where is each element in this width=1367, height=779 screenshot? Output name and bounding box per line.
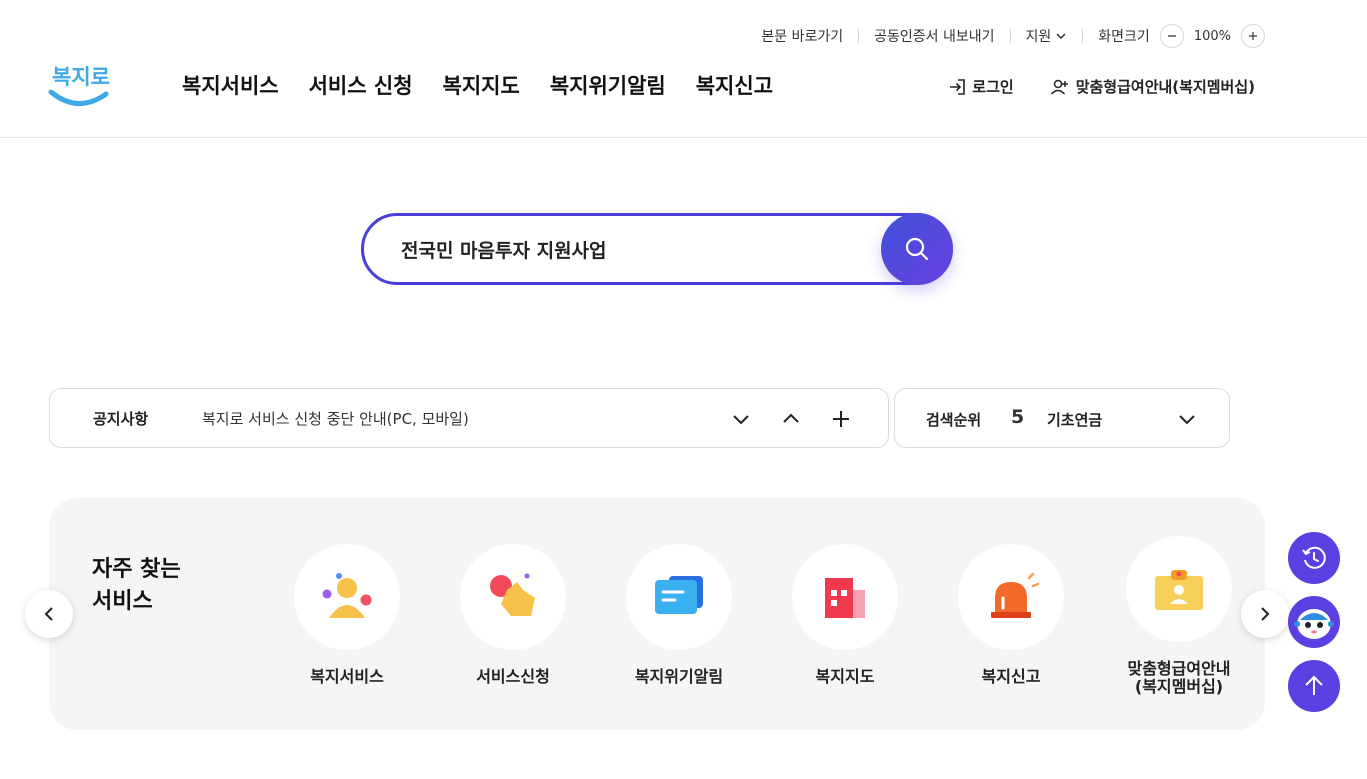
service-label-line: (복지멤버십) bbox=[1134, 677, 1224, 696]
chatbot-button[interactable] bbox=[1288, 596, 1340, 648]
notice-text[interactable]: 복지로 서비스 신청 중단 안내(PC, 모바일) bbox=[202, 408, 469, 429]
header-divider bbox=[0, 137, 1367, 138]
notice-prev-button[interactable] bbox=[775, 403, 807, 435]
chevron-down-icon bbox=[733, 415, 749, 425]
notice-more-button[interactable] bbox=[825, 403, 857, 435]
id-card-icon bbox=[1155, 570, 1203, 610]
login-label: 로그인 bbox=[972, 78, 1014, 96]
rank-number: 5 bbox=[1011, 406, 1025, 428]
plus-icon bbox=[1249, 32, 1257, 40]
chevron-left-icon bbox=[44, 607, 53, 621]
service-item-membership[interactable]: 맞춤형급여안내 (복지멤버십) bbox=[1109, 536, 1249, 696]
service-icon-circle bbox=[792, 544, 898, 650]
support-label: 지원 bbox=[1025, 29, 1052, 45]
search-box bbox=[361, 213, 953, 285]
chevron-right-icon bbox=[1261, 607, 1270, 621]
history-icon bbox=[1302, 546, 1326, 569]
login-link[interactable]: 로그인 bbox=[948, 76, 1014, 97]
service-item-welfare-service[interactable]: 복지서비스 bbox=[277, 544, 417, 686]
divider bbox=[1009, 29, 1011, 43]
notice-next-button[interactable] bbox=[725, 403, 757, 435]
hand-tap-icon bbox=[490, 573, 535, 616]
plus-icon bbox=[833, 411, 849, 427]
service-label-line: 맞춤형급여안내 bbox=[1127, 659, 1231, 678]
utility-bar: 본문 바로가기 공동인증서 내보내기 지원 화면크기 100% bbox=[761, 24, 1265, 48]
divider bbox=[858, 29, 860, 43]
map-building-icon bbox=[825, 578, 865, 618]
service-label: 복지지도 bbox=[815, 667, 875, 686]
title-line: 서비스 bbox=[92, 589, 153, 614]
service-label: 복지신고 bbox=[981, 667, 1041, 686]
service-icon-circle bbox=[958, 544, 1064, 650]
rank-term[interactable]: 기초연금 bbox=[1047, 409, 1102, 430]
minus-icon bbox=[1167, 35, 1176, 37]
service-label: 복지위기알림 bbox=[634, 667, 724, 686]
frequent-services-panel: 자주 찾는 서비스 복지서비스 서비스신청 복지위기알림 복지지도 복지신고 맞… bbox=[49, 498, 1265, 730]
bokjiro-logo-icon: 복지로 bbox=[48, 65, 110, 106]
frequent-services-title: 자주 찾는 서비스 bbox=[92, 554, 181, 618]
zoom-in-button[interactable] bbox=[1241, 24, 1265, 48]
zoom-label: 화면크기 bbox=[1098, 29, 1150, 45]
cert-export-link[interactable]: 공동인증서 내보내기 bbox=[874, 26, 994, 46]
nav-welfare-service[interactable]: 복지서비스 bbox=[182, 70, 279, 100]
service-item-crisis-alert[interactable]: 복지위기알림 bbox=[609, 544, 749, 686]
chatbot-mascot-icon bbox=[1294, 609, 1334, 639]
service-icon-circle bbox=[294, 544, 400, 650]
service-label: 복지서비스 bbox=[310, 667, 384, 686]
rank-label: 검색순위 bbox=[926, 411, 982, 429]
zoom-value: 100% bbox=[1193, 28, 1231, 44]
skip-to-content-link[interactable]: 본문 바로가기 bbox=[761, 26, 843, 46]
main-nav: 복지서비스 서비스 신청 복지지도 복지위기알림 복지신고 bbox=[182, 70, 773, 100]
title-line: 자주 찾는 bbox=[92, 557, 181, 582]
service-label: 서비스신청 bbox=[476, 667, 550, 686]
nav-service-apply[interactable]: 서비스 신청 bbox=[309, 70, 413, 100]
chevron-down-icon bbox=[1056, 33, 1066, 40]
divider bbox=[1082, 29, 1084, 43]
search-input[interactable] bbox=[401, 216, 871, 282]
rank-expand-button[interactable] bbox=[1171, 403, 1203, 435]
chevron-up-icon bbox=[783, 413, 799, 423]
membership-label: 맞춤형급여안내(복지멤버십) bbox=[1075, 78, 1255, 96]
header-actions: 로그인 맞춤형급여안내(복지멤버십) bbox=[948, 76, 1255, 97]
message-icon bbox=[655, 576, 703, 614]
search-icon bbox=[905, 237, 929, 261]
login-icon bbox=[950, 78, 966, 95]
nav-welfare-report[interactable]: 복지신고 bbox=[696, 70, 773, 100]
service-label-multiline: 맞춤형급여안내 (복지멤버십) bbox=[1127, 660, 1230, 696]
membership-link[interactable]: 맞춤형급여안내(복지멤버십) bbox=[1050, 76, 1255, 97]
arrow-up-icon bbox=[1305, 675, 1323, 695]
search-button[interactable] bbox=[881, 213, 953, 285]
service-item-service-apply[interactable]: 서비스신청 bbox=[443, 544, 583, 686]
search-rank-bar: 검색순위 5 기초연금 bbox=[894, 388, 1230, 448]
chevron-down-icon bbox=[1179, 415, 1195, 425]
recent-history-button[interactable] bbox=[1288, 532, 1340, 584]
service-item-welfare-report[interactable]: 복지신고 bbox=[941, 544, 1081, 686]
site-logo[interactable]: 복지로 bbox=[48, 58, 110, 110]
carousel-next-button[interactable] bbox=[1241, 590, 1289, 638]
support-dropdown[interactable]: 지원 bbox=[1026, 26, 1068, 46]
people-icon bbox=[322, 573, 372, 618]
carousel-prev-button[interactable] bbox=[25, 590, 73, 638]
service-icon-circle bbox=[460, 544, 566, 650]
service-icon-circle bbox=[1126, 536, 1232, 642]
service-item-welfare-map[interactable]: 복지지도 bbox=[775, 544, 915, 686]
scroll-top-button[interactable] bbox=[1288, 660, 1340, 712]
nav-crisis-alert[interactable]: 복지위기알림 bbox=[550, 70, 666, 100]
zoom-out-button[interactable] bbox=[1159, 24, 1184, 48]
svg-text:복지로: 복지로 bbox=[52, 65, 110, 89]
service-icon-circle bbox=[626, 544, 732, 650]
nav-welfare-map[interactable]: 복지지도 bbox=[443, 70, 520, 100]
notice-label: 공지사항 bbox=[93, 409, 149, 428]
siren-icon bbox=[991, 572, 1040, 618]
add-user-icon bbox=[1050, 79, 1068, 95]
notice-bar: 공지사항 복지로 서비스 신청 중단 안내(PC, 모바일) bbox=[49, 388, 889, 448]
